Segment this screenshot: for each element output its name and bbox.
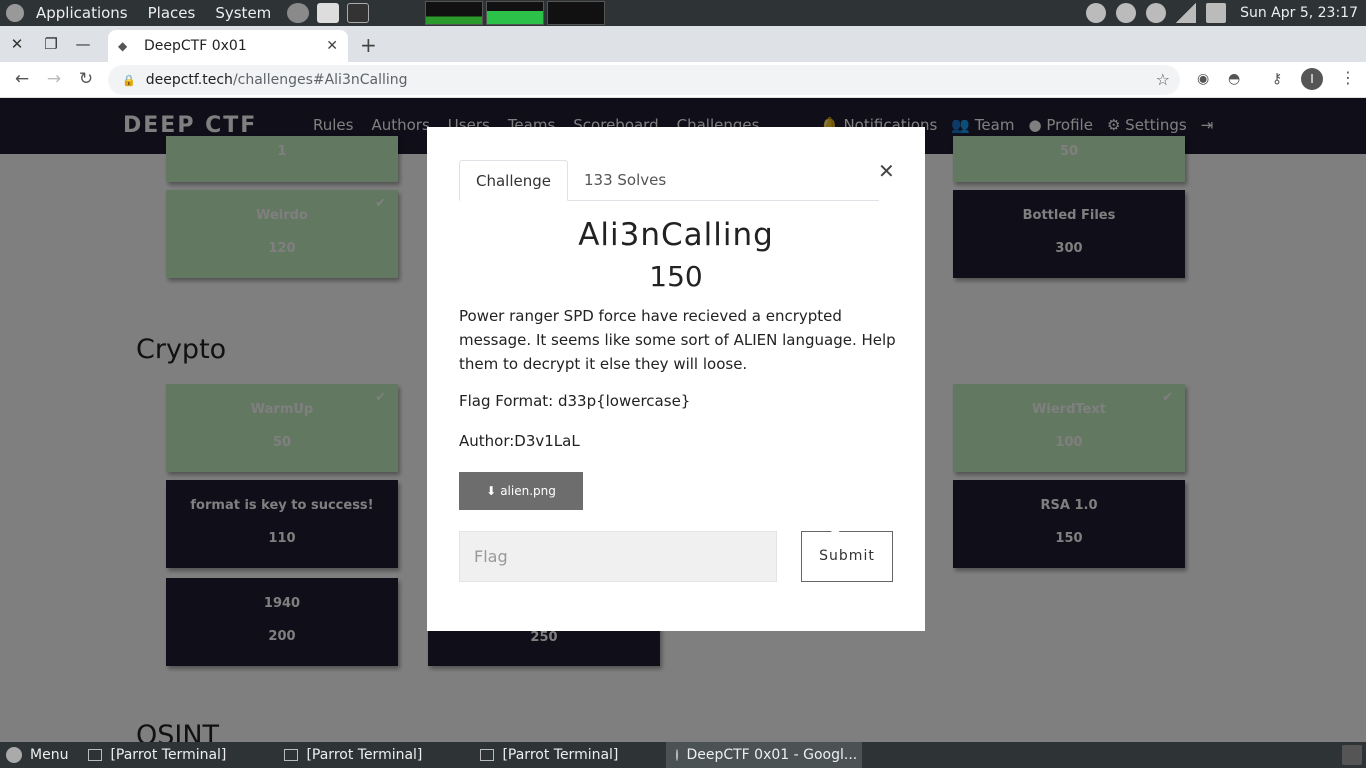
window-close-icon[interactable]: ✕ <box>7 34 27 54</box>
new-tab-icon[interactable]: + <box>360 33 377 57</box>
taskbar-item-label: [Parrot Terminal] <box>306 747 423 763</box>
torrent-icon[interactable] <box>1146 3 1167 23</box>
extension-icon[interactable]: ◉ <box>1197 71 1209 87</box>
terminal-icon <box>284 749 299 761</box>
terminal-launcher-icon[interactable] <box>347 3 370 23</box>
taskbar-item-label: [Parrot Terminal] <box>502 747 619 763</box>
taskbar-chrome[interactable]: DeepCTF 0x01 - Googl... <box>666 742 863 768</box>
taskbar-item-label: DeepCTF 0x01 - Googl... <box>686 747 858 763</box>
taskbar-item-label: [Parrot Terminal] <box>110 747 227 763</box>
browser-launcher-icon[interactable] <box>287 3 310 23</box>
applications-menu[interactable]: Applications <box>28 0 136 26</box>
modal-close-icon[interactable]: ✕ <box>878 159 895 183</box>
taskbar-menu-label: Menu <box>30 747 69 763</box>
incognito-mask-icon[interactable]: ◓ <box>1228 71 1240 87</box>
forward-arrow-icon[interactable]: → <box>42 69 66 89</box>
volume-icon[interactable] <box>1116 3 1137 23</box>
url-path: /challenges#Ali3nCalling <box>232 72 408 88</box>
terminal-icon <box>88 749 103 761</box>
network-signal-icon[interactable] <box>1176 3 1197 23</box>
flag-input[interactable]: Flag <box>459 531 777 582</box>
browser-tabstrip: ✕ ❐ — ◆ DeepCTF 0x01 ✕ + <box>0 26 1366 62</box>
taskbar-terminal-1[interactable]: [Parrot Terminal] <box>78 742 274 768</box>
download-icon: ⬇ <box>486 484 497 498</box>
tab-close-icon[interactable]: ✕ <box>326 38 338 54</box>
bluetooth-icon[interactable] <box>1086 3 1107 23</box>
system-tray: Sun Apr 5, 23:17 <box>1086 0 1366 26</box>
network-graph <box>547 1 606 25</box>
challenge-modal: Challenge 133 Solves ✕ Ali3nCalling 150 … <box>427 127 925 631</box>
tab-favicon-icon: ◆ <box>118 39 128 53</box>
os-menu-bar: Applications Places System <box>0 0 279 26</box>
flag-format-text: Flag Format: d33p{lowercase} <box>459 392 691 410</box>
parrot-logo-icon <box>6 4 24 22</box>
menu-icon <box>6 747 22 763</box>
screen: Applications Places System Sun Apr 5, 23… <box>0 0 1366 768</box>
taskbar-terminal-3[interactable]: [Parrot Terminal] <box>470 742 666 768</box>
chrome-menu-icon[interactable]: ⋮ <box>1340 68 1356 87</box>
reload-icon[interactable]: ↻ <box>74 69 98 89</box>
memory-graph <box>486 1 545 25</box>
browser-toolbar: ← → ↻ 🔒 deepctf.tech/challenges#Ali3nCal… <box>0 62 1366 98</box>
tab-deepctf[interactable]: ◆ DeepCTF 0x01 ✕ <box>108 30 348 62</box>
profile-avatar[interactable]: I <box>1301 68 1323 90</box>
back-arrow-icon[interactable]: ← <box>10 69 34 89</box>
key-icon[interactable]: ⚷ <box>1272 71 1282 87</box>
file-name: alien.png <box>500 484 556 498</box>
window-restore-icon[interactable]: ❐ <box>41 34 61 54</box>
chrome-icon <box>676 749 679 761</box>
lock-icon[interactable]: 🔒 <box>122 74 136 87</box>
terminal-icon <box>480 749 495 761</box>
modal-tabs: Challenge 133 Solves <box>459 160 879 201</box>
challenge-points: 150 <box>649 260 703 293</box>
show-desktop-icon[interactable] <box>1342 745 1362 765</box>
author-text: Author:D3v1LaL <box>459 432 580 450</box>
cpu-graph <box>425 1 484 25</box>
taskbar-menu[interactable]: Menu <box>0 747 78 763</box>
challenge-description: Power ranger SPD force have recieved a e… <box>459 307 896 373</box>
clock[interactable]: Sun Apr 5, 23:17 <box>1240 5 1358 21</box>
system-menu[interactable]: System <box>207 0 279 26</box>
places-menu[interactable]: Places <box>140 0 204 26</box>
os-top-panel: Applications Places System Sun Apr 5, 23… <box>0 0 1366 26</box>
submit-button[interactable]: Submit <box>801 531 893 582</box>
taskbar-terminal-2[interactable]: [Parrot Terminal] <box>274 742 470 768</box>
address-bar[interactable]: 🔒 deepctf.tech/challenges#Ali3nCalling ☆ <box>108 65 1180 95</box>
tab-solves[interactable]: 133 Solves <box>568 160 682 201</box>
text-editor-launcher-icon[interactable] <box>317 3 340 23</box>
bookmark-star-icon[interactable]: ☆ <box>1156 70 1170 89</box>
battery-icon[interactable] <box>1206 3 1227 23</box>
download-file-button[interactable]: ⬇ alien.png <box>459 472 583 510</box>
quick-launchers <box>287 3 370 23</box>
tab-title: DeepCTF 0x01 <box>144 38 247 54</box>
challenge-title: Ali3nCalling <box>578 217 774 253</box>
tab-challenge[interactable]: Challenge <box>459 160 568 201</box>
url-host: deepctf.tech <box>145 72 233 88</box>
window-minimize-icon[interactable]: — <box>73 34 93 54</box>
system-monitor <box>425 1 606 25</box>
os-taskbar: Menu [Parrot Terminal] [Parrot Terminal]… <box>0 742 1366 768</box>
